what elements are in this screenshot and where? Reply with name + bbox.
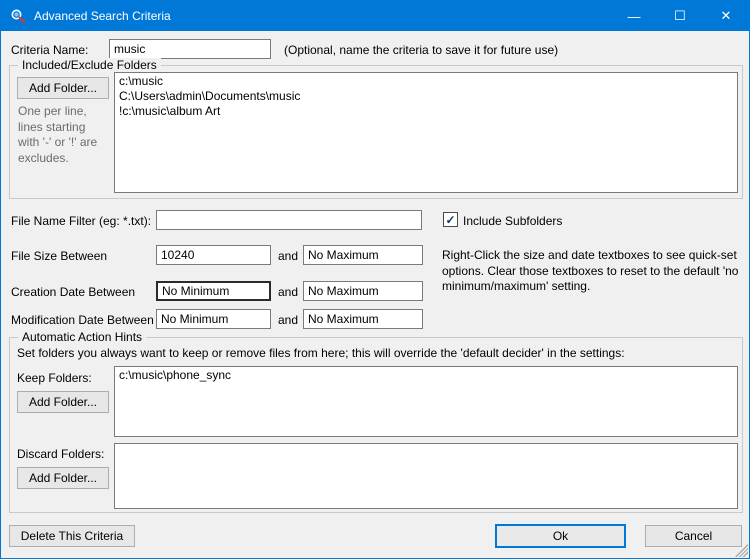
- modification-date-max-input[interactable]: [303, 309, 423, 329]
- cancel-button[interactable]: Cancel: [645, 525, 742, 547]
- creation-date-label: Creation Date Between: [11, 285, 135, 299]
- quickset-hint-text: Right-Click the size and date textboxes …: [442, 248, 742, 295]
- close-button[interactable]: ✕: [703, 1, 749, 31]
- maximize-button[interactable]: ☐: [657, 1, 703, 31]
- creation-date-max-input[interactable]: [303, 281, 423, 301]
- add-folder-button-keep[interactable]: Add Folder...: [17, 391, 109, 413]
- criteria-name-label: Criteria Name:: [11, 43, 88, 57]
- included-folders-group-label: Included/Exclude Folders: [18, 58, 161, 72]
- file-size-min-input[interactable]: [156, 245, 271, 265]
- titlebar[interactable]: Advanced Search Criteria — ☐ ✕: [1, 1, 749, 31]
- app-icon: [10, 8, 26, 24]
- modification-date-label: Modification Date Between: [11, 313, 154, 327]
- criteria-name-input[interactable]: [109, 39, 271, 59]
- include-subfolders-label: Include Subfolders: [463, 214, 562, 228]
- action-hints-description: Set folders you always want to keep or r…: [17, 346, 733, 362]
- included-folders-help: One per line, lines starting with '-' or…: [18, 104, 110, 166]
- file-size-and-label: and: [278, 249, 298, 263]
- creation-date-min-input[interactable]: [156, 281, 271, 301]
- add-folder-button-included[interactable]: Add Folder...: [17, 77, 109, 99]
- criteria-name-hint: (Optional, name the criteria to save it …: [284, 43, 558, 57]
- delete-criteria-button[interactable]: Delete This Criteria: [9, 525, 135, 547]
- include-subfolders-checkbox[interactable]: ✓: [443, 212, 458, 227]
- creation-date-and-label: and: [278, 285, 298, 299]
- file-name-filter-input[interactable]: [156, 210, 422, 230]
- ok-button[interactable]: Ok: [495, 524, 626, 548]
- action-hints-group-label: Automatic Action Hints: [18, 330, 146, 344]
- checkmark-icon: ✓: [445, 214, 455, 226]
- minimize-button[interactable]: —: [611, 1, 657, 31]
- file-name-filter-label: File Name Filter (eg: *.txt):: [11, 214, 151, 228]
- modification-date-min-input[interactable]: [156, 309, 271, 329]
- window-title: Advanced Search Criteria: [34, 9, 611, 23]
- discard-folders-textarea[interactable]: [114, 443, 738, 509]
- modification-date-and-label: and: [278, 313, 298, 327]
- resize-grip[interactable]: [735, 544, 748, 557]
- included-folders-textarea[interactable]: c:\music C:\Users\admin\Documents\music …: [114, 72, 738, 193]
- file-size-label: File Size Between: [11, 249, 107, 263]
- keep-folders-label: Keep Folders:: [17, 371, 92, 385]
- add-folder-button-discard[interactable]: Add Folder...: [17, 467, 109, 489]
- discard-folders-label: Discard Folders:: [17, 447, 104, 461]
- keep-folders-textarea[interactable]: c:\music\phone_sync: [114, 366, 738, 437]
- advanced-search-criteria-dialog: Advanced Search Criteria — ☐ ✕ Criteria …: [0, 0, 750, 559]
- file-size-max-input[interactable]: [303, 245, 423, 265]
